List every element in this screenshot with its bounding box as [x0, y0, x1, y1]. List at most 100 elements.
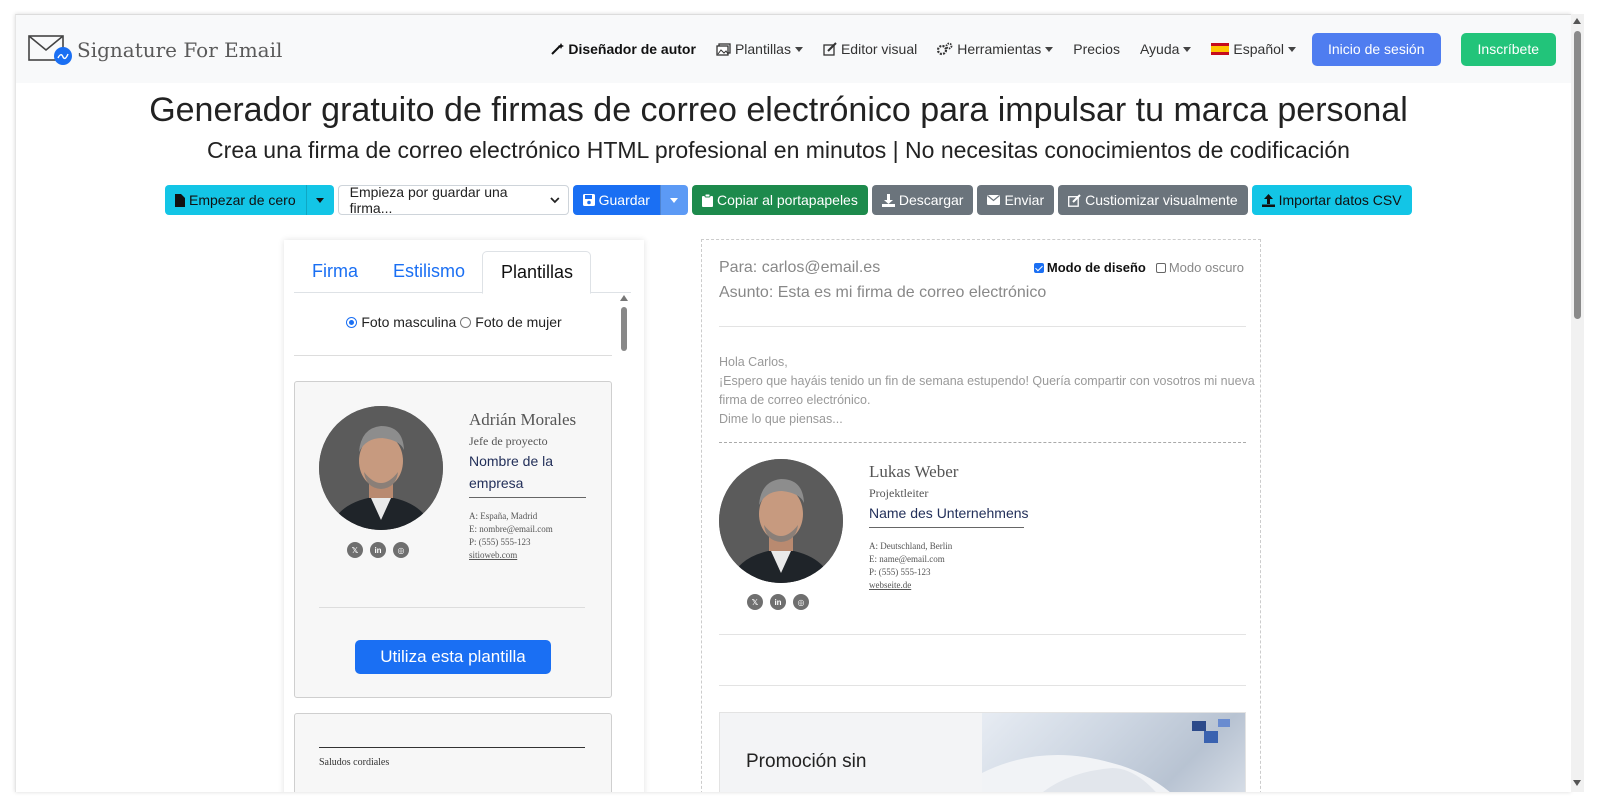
template-card: Saludos cordiales — [294, 713, 612, 792]
radio-male-photo[interactable] — [346, 316, 358, 328]
dark-mode-label[interactable]: Modo oscuro — [1169, 260, 1244, 275]
brand[interactable]: Signature For Email — [28, 34, 282, 66]
nav-pricing-label: Precios — [1073, 41, 1120, 57]
linkedin-icon[interactable]: in — [370, 542, 386, 558]
nav-templates[interactable]: Plantillas — [716, 41, 803, 57]
page-subtitle: Crea una firma de correo electrónico HTM… — [207, 137, 1350, 163]
tab-styling[interactable]: Estilismo — [375, 251, 482, 293]
email-greeting: Hola Carlos, — [719, 355, 788, 369]
download-button[interactable]: Descargar — [871, 185, 974, 215]
mode-toggles: Modo de diseño Modo oscuro — [1033, 260, 1244, 275]
chevron-down-icon — [670, 197, 679, 203]
man-portrait-icon — [319, 406, 443, 530]
clipboard-icon — [701, 193, 713, 207]
divider — [719, 326, 1246, 327]
radio-male-photo-label[interactable]: Foto masculina — [361, 314, 456, 330]
divider — [294, 355, 612, 356]
radio-female-photo[interactable] — [460, 316, 472, 328]
nav-designer[interactable]: Diseñador de autor — [550, 41, 696, 57]
email-preview: Para: carlos@email.es Asunto: Esta es mi… — [701, 239, 1261, 792]
use-template-button[interactable]: Utiliza esta plantilla — [355, 640, 551, 674]
signature-company[interactable]: Name des Unternehmens — [869, 502, 1029, 524]
envelope-icon — [987, 195, 1001, 205]
start-from-scratch-label: Empezar de cero — [189, 192, 296, 208]
promo-banner[interactable]: Promoción sin — [719, 712, 1246, 792]
login-button[interactable]: Inicio de sesión — [1312, 32, 1441, 66]
start-options-dropdown[interactable] — [305, 185, 334, 215]
signature-website[interactable]: sitioweb.com — [469, 549, 553, 562]
signup-button[interactable]: Inscríbete — [1460, 32, 1556, 66]
panel-scrollbar[interactable] — [620, 295, 628, 792]
email-closing: Dime lo que piensas... — [719, 412, 843, 426]
saved-signature-select[interactable]: Empieza por guardar una firma... — [337, 184, 569, 216]
signature-phone[interactable]: P: (555) 555-123 — [869, 566, 952, 579]
design-mode-label[interactable]: Modo de diseño — [1047, 260, 1146, 275]
signature-address[interactable]: A: Deutschland, Berlin — [869, 540, 952, 553]
send-button[interactable]: Enviar — [977, 185, 1055, 215]
edit-icon — [1068, 193, 1081, 207]
nav-pricing[interactable]: Precios — [1073, 41, 1120, 57]
signature-name[interactable]: Lukas Weber — [869, 462, 958, 482]
import-csv-button[interactable]: Importar datos CSV — [1251, 185, 1412, 215]
scroll-up-icon[interactable] — [1573, 18, 1581, 24]
edit-icon — [823, 42, 837, 56]
scroll-down-icon[interactable] — [1573, 780, 1581, 786]
instagram-icon[interactable]: ◎ — [393, 542, 409, 558]
import-csv-label: Importar datos CSV — [1278, 192, 1402, 208]
social-icons: 𝕏 in ◎ — [347, 542, 416, 558]
chevron-down-icon — [1288, 46, 1296, 52]
scroll-thumb[interactable] — [621, 307, 627, 351]
template-card: Adrián Morales Jefe de proyecto Nombre d… — [294, 381, 612, 698]
signature-address: A: España, Madrid — [469, 511, 538, 521]
x-twitter-icon[interactable]: 𝕏 — [347, 542, 363, 558]
email-body: Hola Carlos, ¡Espero que hayáis tenido u… — [719, 353, 1259, 429]
instagram-icon[interactable]: ◎ — [793, 594, 809, 610]
customize-visually-button[interactable]: Custiomizar visualmente — [1058, 185, 1248, 215]
signature-website[interactable]: webseite.de — [869, 579, 952, 592]
signature-role[interactable]: Projektleiter — [869, 486, 928, 501]
design-mode-checkbox[interactable] — [1033, 262, 1044, 273]
signature-role: Jefe de proyecto — [469, 434, 548, 448]
template-closing-text: Saludos cordiales — [319, 757, 390, 768]
save-options-dropdown[interactable] — [659, 185, 688, 215]
copy-clipboard-label: Copiar al portapapeles — [716, 192, 858, 208]
tab-templates[interactable]: Plantillas — [482, 251, 592, 294]
business-handshake-image — [982, 719, 1230, 792]
nav-visual-editor[interactable]: Editor visual — [823, 41, 917, 57]
start-from-scratch-button[interactable]: Empezar de cero — [165, 185, 306, 215]
divider — [319, 607, 585, 608]
envelope-signature-logo-icon — [28, 35, 72, 65]
file-icon — [175, 193, 185, 207]
tab-signature[interactable]: Firma — [294, 251, 375, 293]
chevron-down-icon — [794, 46, 803, 52]
save-button[interactable]: Guardar — [572, 185, 660, 215]
page-scrollbar[interactable] — [1571, 14, 1584, 792]
nav-templates-label: Plantillas — [734, 41, 791, 57]
nav-help[interactable]: Ayuda — [1139, 41, 1192, 57]
dark-mode-checkbox[interactable] — [1155, 262, 1166, 273]
chevron-down-icon — [1045, 46, 1054, 52]
signature-divider — [869, 527, 1024, 528]
save-label: Guardar — [598, 192, 650, 208]
magic-wand-icon — [551, 43, 565, 55]
signature-separator — [719, 442, 1246, 443]
upload-icon — [1261, 193, 1275, 207]
nav-language[interactable]: Español — [1211, 41, 1296, 57]
chevron-down-icon — [550, 196, 560, 203]
signature-email[interactable]: E: name@email.com — [869, 553, 952, 566]
radio-female-photo-label[interactable]: Foto de mujer — [475, 314, 561, 330]
nav-menu: Diseñador de autor Plantillas Editor vis… — [530, 31, 1556, 67]
divider — [719, 685, 1246, 686]
download-icon — [881, 193, 895, 207]
scroll-thumb[interactable] — [1574, 31, 1581, 319]
copy-clipboard-button[interactable]: Copiar al portapapeles — [691, 185, 868, 215]
scroll-up-icon[interactable] — [620, 295, 628, 301]
nav-help-label: Ayuda — [1139, 41, 1180, 57]
x-twitter-icon[interactable]: 𝕏 — [747, 594, 763, 610]
linkedin-icon[interactable]: in — [770, 594, 786, 610]
browser-viewport: Signature For Email Diseñador de autor P… — [15, 14, 1571, 792]
spain-flag-icon — [1211, 43, 1230, 55]
nav-tools[interactable]: Herramientas — [937, 41, 1054, 57]
promo-image — [982, 713, 1245, 792]
signature-company: Nombre de la empresa — [469, 453, 554, 491]
